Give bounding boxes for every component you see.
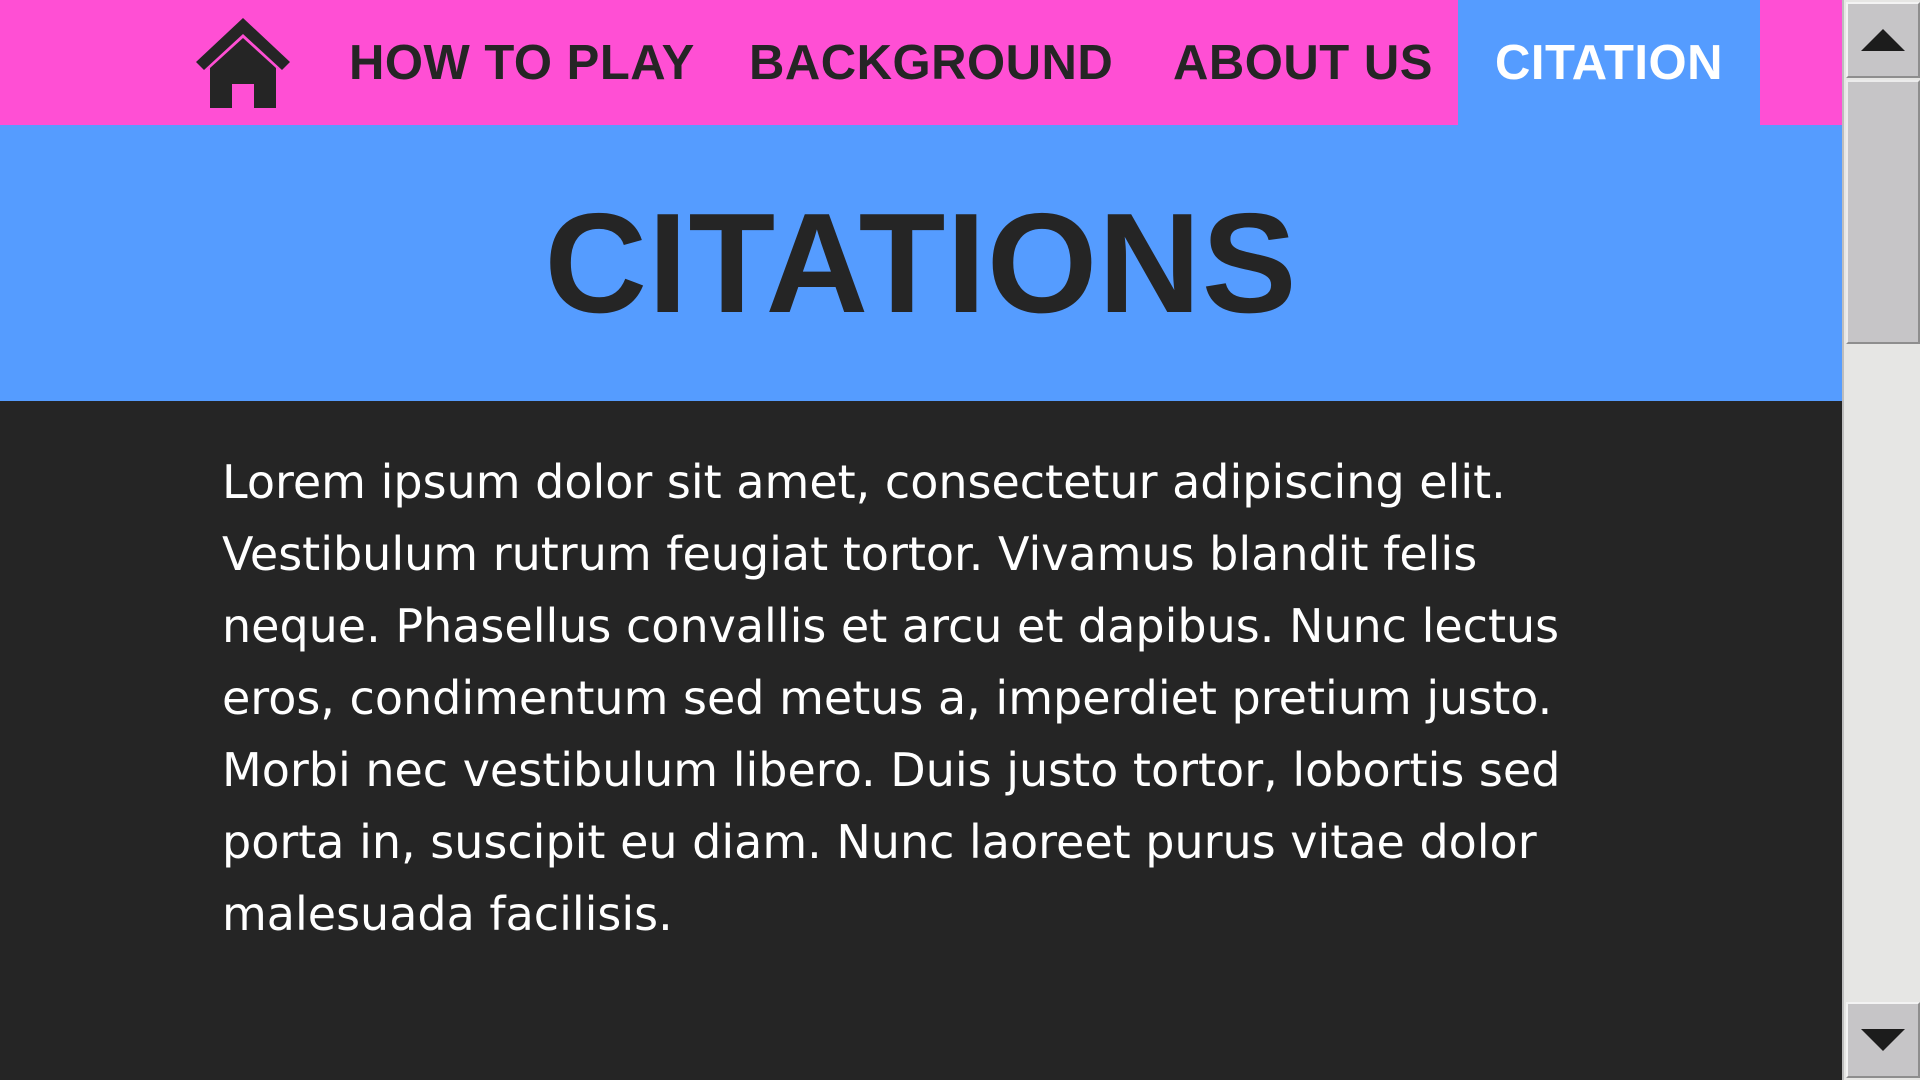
page-viewport: HOW TO PLAY BACKGROUND ABOUT US CITATION… — [0, 0, 1842, 1080]
arrow-up-icon — [1861, 29, 1905, 51]
top-navigation-bar: HOW TO PLAY BACKGROUND ABOUT US CITATION — [0, 0, 1842, 129]
scrollbar-thumb[interactable] — [1846, 80, 1920, 344]
home-icon — [190, 12, 296, 110]
nav-item-about-us[interactable]: ABOUT US — [1173, 0, 1433, 127]
home-link[interactable] — [190, 12, 296, 110]
nav-item-background[interactable]: BACKGROUND — [749, 0, 1113, 127]
page-hero-banner: CITATIONS — [0, 127, 1842, 401]
vertical-scrollbar[interactable] — [1842, 0, 1920, 1080]
nav-item-how-to-play[interactable]: HOW TO PLAY — [349, 0, 695, 127]
scroll-down-button[interactable] — [1846, 1002, 1920, 1078]
arrow-down-icon — [1861, 1029, 1905, 1051]
nav-item-citation-active[interactable]: CITATION — [1458, 0, 1760, 129]
scroll-up-button[interactable] — [1846, 2, 1920, 78]
page-title: CITATIONS — [544, 184, 1298, 343]
citation-body-text: Lorem ipsum dolor sit amet, consectetur … — [222, 455, 1561, 941]
